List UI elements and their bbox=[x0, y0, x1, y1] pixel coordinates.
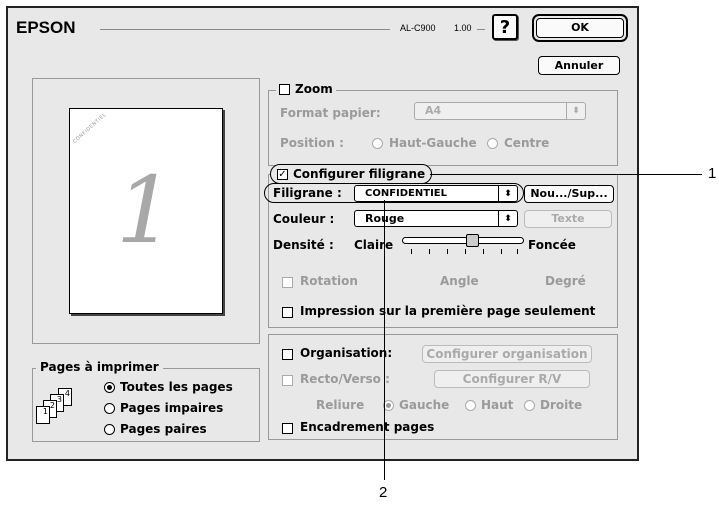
configure-duplex-button[interactable]: Configurer R/V bbox=[434, 370, 590, 388]
help-button[interactable]: ? bbox=[492, 14, 518, 40]
callout-label-1: 1 bbox=[708, 165, 717, 182]
density-label: Densité : bbox=[273, 238, 334, 252]
header-divider-2 bbox=[477, 29, 485, 30]
stack-page: 1 bbox=[36, 406, 50, 424]
binding-radio-right[interactable] bbox=[524, 400, 535, 411]
pages-option-even: Pages paires bbox=[120, 422, 207, 436]
angle-label: Angle bbox=[440, 274, 479, 288]
color-select[interactable]: Rouge ⬍ bbox=[354, 210, 518, 227]
binding-option-right: Droite bbox=[540, 398, 583, 412]
paper-format-value: A4 bbox=[425, 104, 442, 117]
watermark-label: Filigrane : bbox=[273, 186, 342, 200]
pages-option-all: Toutes les pages bbox=[120, 380, 233, 394]
callout-line-1 bbox=[430, 174, 702, 175]
paper-format-select[interactable]: A4 ⬍ bbox=[414, 102, 586, 120]
color-label: Couleur : bbox=[273, 212, 335, 226]
rotation-label: Rotation bbox=[300, 274, 358, 288]
configure-watermark-label: Configurer filigrane bbox=[293, 167, 426, 181]
first-page-only-checkbox[interactable] bbox=[282, 307, 293, 318]
ok-button-ring: OK bbox=[532, 14, 628, 42]
model-name: AL-C900 bbox=[400, 23, 436, 33]
density-min-label: Claire bbox=[354, 238, 394, 252]
slider-tick bbox=[517, 249, 518, 254]
watermark-select[interactable]: CONFIDENTIEL ⬍ bbox=[354, 185, 518, 202]
page-frame-checkbox[interactable] bbox=[282, 423, 293, 434]
watermark-legend: ✓ Configurer filigrane bbox=[270, 164, 433, 184]
slider-tick bbox=[429, 249, 430, 254]
rotation-checkbox[interactable] bbox=[282, 277, 293, 288]
page-frame-label: Encadrement pages bbox=[300, 420, 435, 434]
driver-version: 1.00 bbox=[454, 23, 472, 33]
configure-organisation-button[interactable]: Configurer organisation bbox=[422, 345, 592, 363]
updown-arrow-icon: ⬍ bbox=[498, 186, 517, 201]
slider-tick bbox=[465, 249, 466, 254]
pages-group-label: Pages à imprimer bbox=[36, 360, 163, 374]
pages-radio-odd[interactable] bbox=[104, 403, 115, 414]
pages-radio-even[interactable] bbox=[104, 424, 115, 435]
slider-tick bbox=[483, 249, 484, 254]
density-slider-thumb[interactable] bbox=[466, 234, 479, 247]
page-stack-icon: 4 3 2 1 bbox=[36, 388, 92, 430]
new-delete-button[interactable]: Nou.../Sup... bbox=[524, 185, 614, 203]
duplex-label: Recto/Verso : bbox=[300, 372, 390, 386]
duplex-checkbox[interactable] bbox=[282, 375, 293, 386]
updown-arrow-icon: ⬍ bbox=[566, 103, 585, 119]
position-label: Position : bbox=[280, 136, 344, 150]
organisation-label: Organisation: bbox=[300, 346, 393, 360]
first-page-only-label: Impression sur la première page seulemen… bbox=[300, 304, 596, 318]
pages-radio-all[interactable] bbox=[104, 382, 115, 393]
paper-format-label: Format papier: bbox=[280, 106, 381, 120]
position-option-top-left: Haut-Gauche bbox=[389, 136, 477, 150]
binding-option-left: Gauche bbox=[399, 398, 450, 412]
binding-label: Reliure bbox=[316, 398, 365, 412]
header-divider bbox=[100, 29, 390, 30]
brand-logo: EPSON bbox=[16, 18, 76, 37]
zoom-label: Zoom bbox=[295, 82, 333, 96]
degree-label: Degré bbox=[545, 274, 586, 288]
position-radio-center[interactable] bbox=[487, 138, 498, 149]
updown-arrow-icon: ⬍ bbox=[498, 211, 517, 226]
cancel-button[interactable]: Annuler bbox=[538, 56, 620, 75]
zoom-checkbox[interactable] bbox=[279, 83, 290, 95]
text-button[interactable]: Texte bbox=[524, 210, 612, 228]
density-slider[interactable] bbox=[402, 237, 524, 244]
slider-tick bbox=[411, 249, 412, 254]
pages-option-odd: Pages impaires bbox=[120, 401, 224, 415]
preview-watermark: CONFIDENTIEL bbox=[71, 111, 108, 145]
binding-radio-top[interactable] bbox=[465, 400, 476, 411]
position-radio-top-left[interactable] bbox=[372, 138, 383, 149]
ok-button[interactable]: OK bbox=[536, 18, 624, 38]
slider-tick bbox=[447, 249, 448, 254]
binding-option-top: Haut bbox=[481, 398, 514, 412]
watermark-value: CONFIDENTIEL bbox=[365, 188, 448, 199]
zoom-legend: Zoom bbox=[276, 82, 336, 96]
callout-label-2: 2 bbox=[379, 484, 388, 501]
preview-frame: CONFIDENTIEL 1 bbox=[32, 78, 260, 344]
callout-line-2 bbox=[384, 200, 385, 480]
slider-tick bbox=[501, 249, 502, 254]
organisation-checkbox[interactable] bbox=[282, 349, 293, 360]
density-max-label: Foncée bbox=[528, 238, 576, 252]
preview-page: CONFIDENTIEL 1 bbox=[69, 108, 223, 314]
printer-dialog: EPSON AL-C900 1.00 ? OK Annuler CONFIDEN… bbox=[6, 6, 639, 461]
configure-watermark-checkbox[interactable]: ✓ bbox=[277, 168, 288, 180]
preview-page-number: 1 bbox=[116, 157, 175, 264]
position-option-center: Centre bbox=[504, 136, 550, 150]
